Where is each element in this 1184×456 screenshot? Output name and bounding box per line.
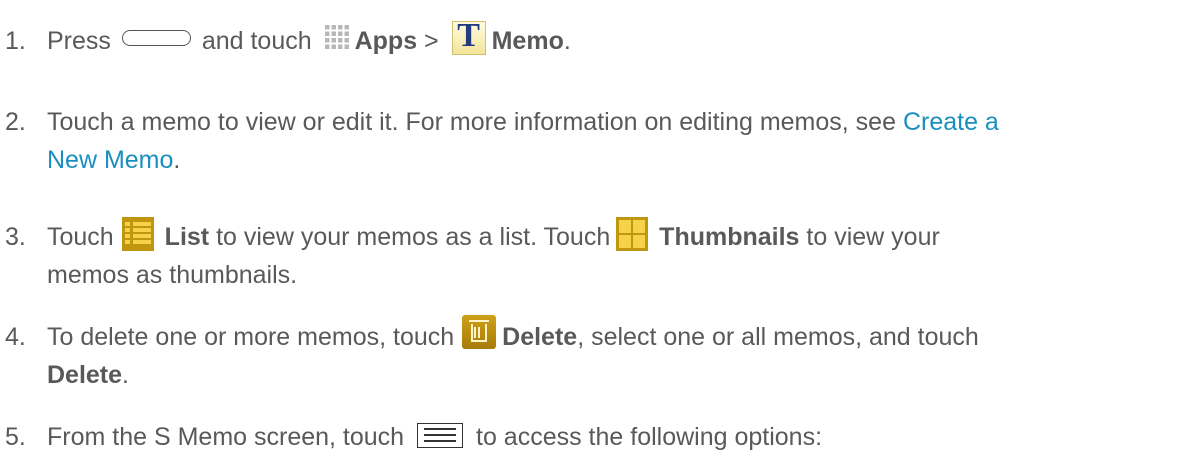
step-4: 4. To delete one or more memos, touch Del… — [5, 315, 1165, 394]
list-label: List — [164, 223, 210, 251]
step-text: , select one or all memos, and touch — [577, 323, 979, 351]
step-2: 2. Touch a memo to view or edit it. For … — [5, 103, 1165, 179]
list-icon — [121, 217, 154, 252]
step-3: 3. Touch List to view your memos as a li… — [5, 217, 1165, 294]
step-text: memos as thumbnails. — [47, 261, 298, 289]
memo-icon: T — [451, 17, 486, 56]
punctuation: . — [122, 361, 129, 389]
step-number: 5. — [5, 423, 26, 451]
menu-key-icon — [417, 422, 464, 448]
step-number: 2. — [5, 108, 26, 136]
step-text: Press — [47, 27, 111, 55]
separator: > — [424, 27, 439, 55]
apps-icon — [322, 23, 349, 50]
delete-label: Delete — [502, 323, 578, 351]
delete-icon — [462, 315, 497, 350]
step-text: To delete one or more memos, touch — [47, 323, 455, 351]
step-number: 1. — [5, 27, 26, 55]
delete-label-2: Delete — [47, 361, 123, 389]
apps-label: Apps — [354, 27, 418, 55]
memo-label: Memo — [491, 27, 564, 55]
step-text: to view your — [806, 223, 940, 251]
step-text: to access the following options: — [476, 423, 823, 451]
step-number: 3. — [5, 223, 26, 251]
step-text: From the S Memo screen, touch — [47, 423, 405, 451]
step-text: and touch — [201, 27, 312, 55]
punctuation: . — [563, 27, 571, 55]
step-5: 5. From the S Memo screen, touch to acce… — [5, 418, 1165, 456]
step-text: Touch a memo to view or edit it. For mor… — [47, 108, 896, 136]
step-1: 1. Press and touch Apps > T Memo. — [5, 17, 1165, 60]
create-memo-link-b[interactable]: New Memo — [47, 146, 173, 174]
step-text: Touch — [47, 223, 114, 251]
step-text: to view your memos as a list. Touch — [216, 223, 611, 251]
memo-icon-glyph: T — [457, 17, 480, 55]
step-number: 4. — [5, 323, 26, 351]
home-key-icon — [121, 30, 191, 47]
punctuation: . — [173, 146, 181, 174]
thumbnails-label: Thumbnails — [659, 223, 800, 251]
thumbnails-icon — [616, 217, 649, 252]
create-memo-link-a[interactable]: Create a — [903, 108, 999, 136]
